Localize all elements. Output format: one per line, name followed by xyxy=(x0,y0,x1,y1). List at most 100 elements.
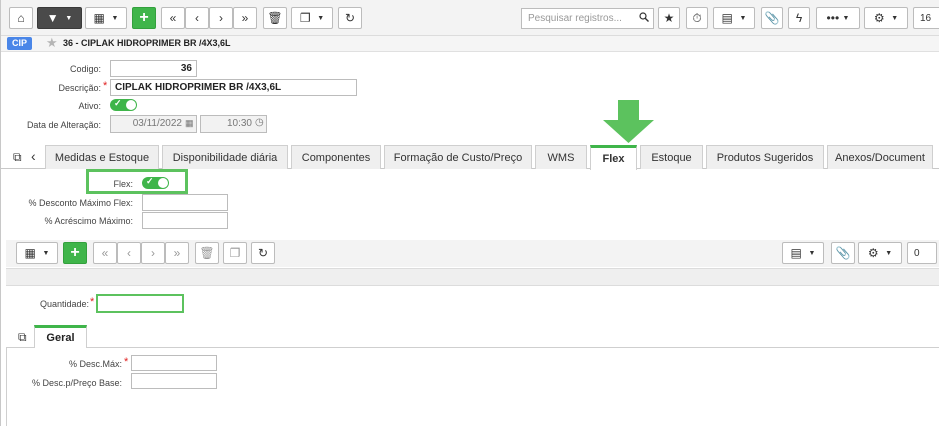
chevron-right-icon: › xyxy=(219,11,223,25)
desconto-maximo-field[interactable] xyxy=(142,194,228,211)
codigo-field[interactable]: 36 xyxy=(110,60,197,77)
ativo-toggle[interactable]: ✓ xyxy=(110,98,137,111)
required-marker: * xyxy=(90,296,95,308)
chevron-right-icon: › xyxy=(151,246,155,260)
tab-geral[interactable]: Geral xyxy=(34,325,87,348)
grid-attach-button[interactable]: 📎 xyxy=(831,242,855,264)
report-button[interactable]: ▤ ▼ xyxy=(713,7,755,29)
descricao-field[interactable]: CIPLAK HIDROPRIMER BR /4X3,6L xyxy=(110,79,357,96)
tab-wms[interactable]: WMS xyxy=(535,145,587,169)
clock-icon: ◷ xyxy=(255,117,264,128)
check-icon: ✓ xyxy=(114,98,122,108)
acrescimo-maximo-field[interactable] xyxy=(142,212,228,229)
copy-button[interactable]: ❐ ▼ xyxy=(291,7,333,29)
copy-row-button[interactable]: ❐ xyxy=(223,242,247,264)
required-marker: * xyxy=(103,80,108,92)
chevron-left-icon: ‹ xyxy=(195,11,199,25)
desc-preco-base-field[interactable] xyxy=(131,373,217,389)
plus-icon: + xyxy=(139,9,149,26)
grid-toolbar: ▦ ▼ + « ‹ › » 🗑 ❐ ↻ ▤ ▼ 📎 ⚙ ▼ 0 xyxy=(6,240,939,267)
desc-max-field[interactable] xyxy=(131,355,217,371)
grid-view-button[interactable]: ▦ ▼ xyxy=(85,7,127,29)
refresh-grid-button[interactable]: ↻ xyxy=(251,242,275,264)
quantidade-label: Quantidade: xyxy=(39,299,89,309)
toggle-knob xyxy=(126,100,136,110)
grid-page-number[interactable]: 0 xyxy=(907,242,937,264)
calendar-icon: ▦ xyxy=(185,118,194,128)
more-button[interactable]: ••• ▼ xyxy=(816,7,860,29)
favorite-button[interactable]: ★ xyxy=(658,7,680,29)
last-record-button[interactable]: » xyxy=(233,7,257,29)
delete-button[interactable]: 🗑 xyxy=(263,7,287,29)
filter-button[interactable]: ▼ ▼ xyxy=(37,7,82,29)
search-icon xyxy=(639,12,649,22)
star-icon[interactable]: ★ xyxy=(46,35,58,51)
last-row-button[interactable]: » xyxy=(165,242,189,264)
check-icon: ✓ xyxy=(146,176,154,186)
next-record-button[interactable]: › xyxy=(209,7,233,29)
chevron-left-icon: ‹ xyxy=(127,246,131,260)
tab-estoque[interactable]: Estoque xyxy=(640,145,703,169)
action-button[interactable]: ϟ xyxy=(788,7,810,29)
search-placeholder: Pesquisar registros... xyxy=(528,13,622,24)
grid-settings-button[interactable]: ⚙ ▼ xyxy=(858,242,902,264)
chevron-down-icon: ▼ xyxy=(42,249,50,257)
double-chevron-right-icon: » xyxy=(173,246,181,260)
restore-icon[interactable]: ⧉ xyxy=(18,330,27,345)
tab-medidas-estoque[interactable]: Medidas e Estoque xyxy=(45,145,159,169)
previous-row-button[interactable]: ‹ xyxy=(117,242,141,264)
desc-preco-base-label: % Desc.p/Preço Base: xyxy=(31,378,122,388)
tab-flex[interactable]: Flex xyxy=(590,145,637,170)
page-number[interactable]: 16 xyxy=(913,7,939,29)
quantidade-field[interactable] xyxy=(96,294,184,313)
chevron-left-icon[interactable]: ‹ xyxy=(31,148,36,164)
attach-button[interactable]: 📎 xyxy=(761,7,783,29)
document-icon: ▤ xyxy=(790,246,802,260)
tab-componentes[interactable]: Componentes xyxy=(291,145,381,169)
flex-label: Flex: xyxy=(113,179,133,189)
timer-button[interactable]: ⏱ xyxy=(686,7,708,29)
paperclip-icon: 📎 xyxy=(764,11,780,25)
restore-icon[interactable]: ⧉ xyxy=(13,150,22,165)
add-button[interactable]: + xyxy=(132,7,156,29)
gear-icon: ⚙ xyxy=(867,246,879,260)
date-field: 03/11/2022 xyxy=(110,115,197,133)
next-row-button[interactable]: › xyxy=(141,242,165,264)
chevron-down-icon: ▼ xyxy=(842,14,850,22)
settings-button[interactable]: ⚙ ▼ xyxy=(864,7,908,29)
acrescimo-maximo-label: % Acréscimo Máximo: xyxy=(44,216,133,226)
chevron-down-icon: ▼ xyxy=(65,14,73,22)
refresh-button[interactable]: ↻ xyxy=(338,7,362,29)
ativo-label: Ativo: xyxy=(78,101,101,111)
stopwatch-icon: ⏱ xyxy=(692,10,702,25)
add-row-button[interactable]: + xyxy=(63,242,87,264)
trash-icon: 🗑 xyxy=(267,11,283,25)
flex-toggle[interactable]: ✓ xyxy=(142,176,169,189)
home-button[interactable]: ⌂ xyxy=(9,7,33,29)
refresh-icon: ↻ xyxy=(257,246,269,260)
double-chevron-left-icon: « xyxy=(101,246,109,260)
first-record-button[interactable]: « xyxy=(161,7,185,29)
chevron-down-icon: ▼ xyxy=(808,249,816,257)
trash-icon: 🗑 xyxy=(199,246,215,260)
grid-icon: ▦ xyxy=(93,11,105,25)
toggle-knob xyxy=(158,178,168,188)
delete-row-button[interactable]: 🗑 xyxy=(195,242,219,264)
chevron-down-icon: ▼ xyxy=(739,14,747,22)
previous-record-button[interactable]: ‹ xyxy=(185,7,209,29)
tab-anexos-documentos[interactable]: Anexos/Document xyxy=(827,145,933,169)
gear-icon: ⚙ xyxy=(873,11,885,25)
copy-icon: ❐ xyxy=(299,11,311,25)
tab-formacao-custo-preco[interactable]: Formação de Custo/Preço xyxy=(384,145,532,169)
grid-view-button[interactable]: ▦ ▼ xyxy=(16,242,58,264)
tab-disponibilidade-diaria[interactable]: Disponibilidade diária xyxy=(162,145,288,169)
desc-max-label: % Desc.Máx: xyxy=(68,359,122,369)
module-badge: CIP xyxy=(7,37,33,50)
document-icon: ▤ xyxy=(721,11,733,25)
bolt-icon: ϟ xyxy=(795,11,803,25)
first-row-button[interactable]: « xyxy=(93,242,117,264)
tab-produtos-sugeridos[interactable]: Produtos Sugeridos xyxy=(706,145,824,169)
grid-report-button[interactable]: ▤ ▼ xyxy=(782,242,824,264)
search-input[interactable]: Pesquisar registros... xyxy=(521,8,654,29)
refresh-icon: ↻ xyxy=(344,11,356,25)
